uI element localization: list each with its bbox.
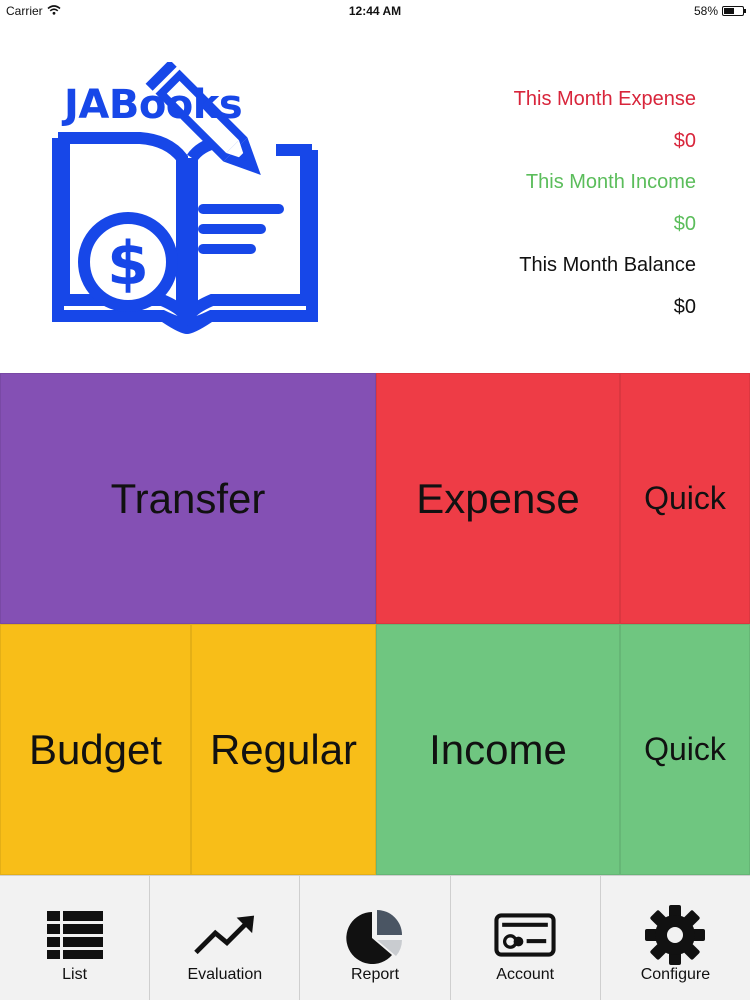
- transfer-button[interactable]: Transfer: [0, 373, 376, 624]
- budget-label: Budget: [28, 725, 163, 773]
- expense-label: This Month Expense: [513, 88, 696, 110]
- monthly-summary: This Month Expense $0 This Month Income …: [514, 84, 696, 333]
- status-right: 58%: [693, 4, 746, 18]
- tab-evaluation[interactable]: Evaluation: [150, 876, 301, 1000]
- quick-expense-button[interactable]: Quick: [620, 373, 750, 624]
- tab-list[interactable]: List: [0, 876, 151, 1000]
- tab-report[interactable]: Report: [300, 876, 451, 1000]
- transfer-label: Transfer: [110, 474, 266, 522]
- income-value: $0: [673, 212, 696, 235]
- quick-income-label: Quick: [644, 731, 726, 767]
- tab-account[interactable]: Account: [451, 876, 601, 1000]
- quick-income-button[interactable]: Quick: [620, 624, 750, 875]
- header: $ JABooks This Month Expense $0 This Mon…: [0, 22, 750, 373]
- regular-button[interactable]: Regular: [191, 624, 376, 875]
- status-time: 12:44 AM: [348, 4, 402, 18]
- tab-configure[interactable]: Configure: [601, 876, 750, 1000]
- pie-chart-icon: [344, 904, 406, 966]
- trend-up-icon: [194, 904, 256, 966]
- id-card-icon: [494, 904, 556, 966]
- expense-button[interactable]: Expense: [376, 373, 620, 624]
- tab-configure-label: Configure: [640, 966, 711, 983]
- income-tile-label: Income: [429, 725, 567, 773]
- gear-icon: [644, 904, 706, 966]
- battery-percent: 58%: [693, 4, 718, 18]
- tab-evaluation-label: Evaluation: [187, 966, 263, 983]
- svg-text:$: $: [107, 229, 149, 299]
- quick-expense-label: Quick: [644, 480, 726, 516]
- income-label: This Month Income: [525, 171, 696, 193]
- tab-account-label: Account: [496, 966, 555, 983]
- balance-label: This Month Balance: [519, 254, 696, 276]
- balance-value: $0: [673, 295, 696, 318]
- regular-label: Regular: [209, 725, 358, 773]
- tab-report-label: Report: [350, 966, 400, 983]
- income-button[interactable]: Income: [376, 624, 620, 875]
- expense-value: $0: [673, 129, 696, 152]
- battery-icon: [722, 6, 746, 16]
- action-tiles: Transfer Expense Quick Budget Regular In…: [0, 373, 750, 875]
- budget-button[interactable]: Budget: [0, 624, 191, 875]
- tab-list-label: List: [62, 966, 88, 983]
- tab-bar: List Evaluation Report Account Configure: [0, 875, 750, 1000]
- battery-fill: [724, 8, 734, 14]
- app-logo: $ JABooks: [50, 62, 332, 358]
- list-icon: [44, 904, 106, 966]
- status-bar: Carrier 12:44 AM 58%: [0, 0, 750, 22]
- expense-tile-label: Expense: [416, 474, 580, 522]
- logo-text: JABooks: [64, 82, 243, 128]
